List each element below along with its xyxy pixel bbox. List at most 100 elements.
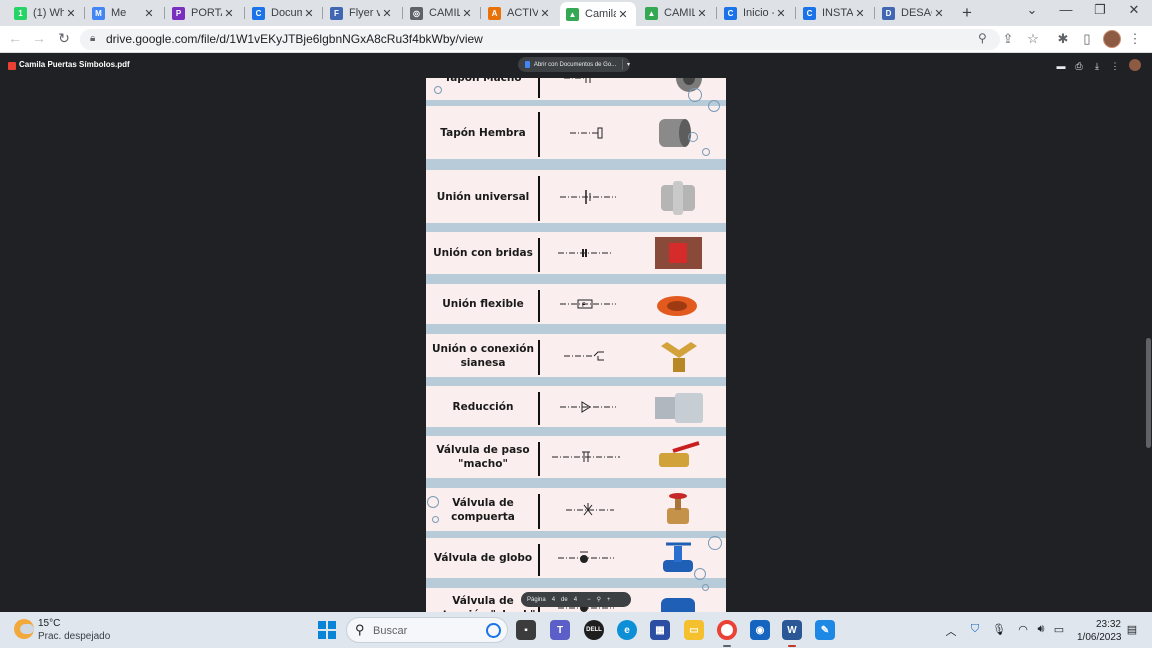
browser-menu-icon[interactable]: ⋮ (1127, 31, 1143, 47)
scrollbar[interactable] (1146, 338, 1151, 448)
decorative-bubble (688, 132, 698, 142)
tab-favicon-icon: M (92, 6, 105, 20)
close-tab-icon[interactable]: ✕ (538, 7, 552, 20)
microphone-icon[interactable]: 🎙︎ (991, 623, 1007, 636)
close-tab-icon[interactable]: ✕ (853, 7, 867, 20)
cap-female-image (659, 118, 691, 147)
decorative-bubble (694, 568, 706, 580)
close-tab-icon[interactable]: ✕ (932, 7, 946, 20)
fitting-photo (651, 284, 706, 324)
dell-icon[interactable]: DELL (584, 620, 604, 640)
battery-icon[interactable]: ▭ (1051, 623, 1067, 636)
zoom-in-icon[interactable]: + (607, 597, 611, 603)
pdf-document-area[interactable]: Tapón Macho Tapón Hembra Unión universal Un… (0, 78, 1152, 612)
symbol-name: Válvula de compuerta (451, 496, 515, 523)
teams-chat-icon[interactable]: T (550, 620, 570, 640)
browser-tab[interactable]: F Flyer ve✕ (324, 2, 400, 24)
browser-tab[interactable]: C Inicio - ✕ (718, 2, 794, 24)
share-icon[interactable]: ⇪ (1000, 31, 1016, 47)
shield-icon[interactable]: ⛉ (967, 623, 983, 636)
browser-tab[interactable]: ▲ Camila ✕ (560, 2, 636, 26)
page-label: Página (527, 596, 546, 603)
profile-avatar[interactable] (1103, 30, 1121, 48)
column-divider (538, 238, 540, 272)
print-icon[interactable]: ⎙ (1073, 61, 1085, 72)
symbol-name: Unión universal (436, 190, 530, 203)
chevron-down-icon[interactable]: ▾ (627, 61, 630, 68)
paint-app-icon[interactable]: ✎ (815, 620, 835, 640)
file-name: Camila Puertas Símbolos.pdf (19, 60, 130, 69)
decorative-bubble (688, 88, 702, 102)
symbol-graphic (548, 548, 628, 573)
download-icon[interactable]: ⤓ (1091, 61, 1103, 72)
task-view-icon[interactable]: ▪ (516, 620, 536, 640)
plumbing-symbol-icon (552, 451, 620, 462)
forward-button[interactable]: → (30, 30, 48, 46)
symbol-graphic (548, 123, 628, 148)
tab-strip: 1(1) Wha✕MMe✕PPORTAF✕CDocum✕FFlyer ve✕◎C… (0, 0, 1152, 26)
reload-button[interactable]: ↻ (55, 30, 73, 47)
clock[interactable]: 23:32 1/06/2023 (1077, 618, 1122, 644)
back-button[interactable]: ← (6, 30, 24, 46)
close-tab-icon[interactable]: ✕ (302, 7, 316, 20)
browser-tab[interactable]: C INSTAL✕ (797, 2, 873, 24)
column-divider (538, 340, 540, 375)
chrome-icon[interactable] (717, 620, 737, 640)
volume-icon[interactable]: 🔊︎ (1033, 623, 1049, 636)
tab-search-icon[interactable]: ⌄ (1022, 2, 1042, 18)
file-explorer-icon[interactable]: ▭ (684, 620, 704, 640)
page-current[interactable]: 4 (552, 597, 555, 603)
bookmark-star-icon[interactable]: ☆ (1025, 31, 1041, 47)
browser-tab[interactable]: 1 (1) Wha✕ (8, 2, 84, 24)
address-bar[interactable]: 🔒︎ drive.google.com/file/d/1W1vEKyJTBje6… (80, 29, 1000, 50)
fitting-photo (651, 113, 706, 153)
browser-tab[interactable]: ◎ CAMILA✕ (404, 2, 480, 24)
browser-tab[interactable]: D DESAG✕ (876, 2, 952, 24)
close-tab-icon[interactable]: ✕ (460, 7, 474, 20)
wifi-icon[interactable]: ◠ (1015, 623, 1031, 636)
bing-icon[interactable] (486, 623, 501, 638)
browser-tab[interactable]: C Docum ✕ (246, 2, 322, 24)
tab-favicon-icon: A (488, 6, 501, 20)
browser-tab[interactable]: A ACTIVIE✕ (482, 2, 558, 24)
tab-separator (244, 7, 245, 19)
close-tab-icon[interactable]: ✕ (64, 7, 78, 20)
drive-viewer-header: Camila Puertas Símbolos.pdf Abrir con Do… (0, 54, 1152, 78)
new-tab-button[interactable]: + (958, 3, 976, 23)
browser-tab[interactable]: ▲ CAMILA✕ (639, 2, 715, 24)
search-placeholder: Buscar (373, 625, 408, 637)
close-tab-icon[interactable]: ✕ (774, 7, 788, 20)
vpn-app-icon[interactable]: ◉ (750, 620, 770, 640)
add-to-drive-icon[interactable]: ▬ (1055, 61, 1067, 71)
edge-icon[interactable]: e (617, 620, 637, 640)
side-panel-icon[interactable]: ▯ (1079, 31, 1095, 47)
open-with-button[interactable]: Abrir con Documentos de Go... ▾ (518, 57, 630, 72)
close-window-button[interactable]: ✕ (1124, 2, 1144, 18)
start-button[interactable] (318, 621, 336, 639)
zoom-icon[interactable]: ⚲ (978, 31, 987, 45)
show-hidden-icons-chevron[interactable]: ︿ (943, 623, 959, 639)
close-tab-icon[interactable]: ✕ (695, 7, 709, 20)
close-tab-icon[interactable]: ✕ (222, 7, 236, 20)
close-tab-icon[interactable]: ✕ (616, 8, 630, 21)
store-icon[interactable]: ▦ (650, 620, 670, 640)
minimize-button[interactable]: — (1056, 2, 1076, 17)
more-actions-icon[interactable]: ⋮ (1109, 61, 1121, 72)
close-tab-icon[interactable]: ✕ (142, 7, 156, 20)
tab-separator (322, 7, 323, 19)
extensions-icon[interactable]: ✱ (1055, 31, 1071, 47)
word-icon[interactable]: W (782, 620, 802, 640)
browser-tab[interactable]: M Me ✕ (86, 2, 162, 24)
tab-favicon-icon: C (724, 6, 737, 20)
zoom-out-icon[interactable]: − (587, 597, 591, 603)
notifications-icon[interactable]: ▤ (1124, 623, 1140, 636)
flange-union-image (655, 237, 702, 269)
symbol-row: Unión universal (426, 170, 726, 223)
google-docs-icon (525, 61, 530, 68)
close-tab-icon[interactable]: ✕ (380, 7, 394, 20)
taskbar-search[interactable]: ⚲ Buscar (346, 617, 508, 643)
restore-button[interactable]: ❐ (1090, 2, 1110, 18)
browser-tab[interactable]: P PORTAF✕ (166, 2, 242, 24)
viewer-avatar[interactable] (1129, 59, 1141, 71)
symbol-row: Tapón Hembra (426, 106, 726, 159)
